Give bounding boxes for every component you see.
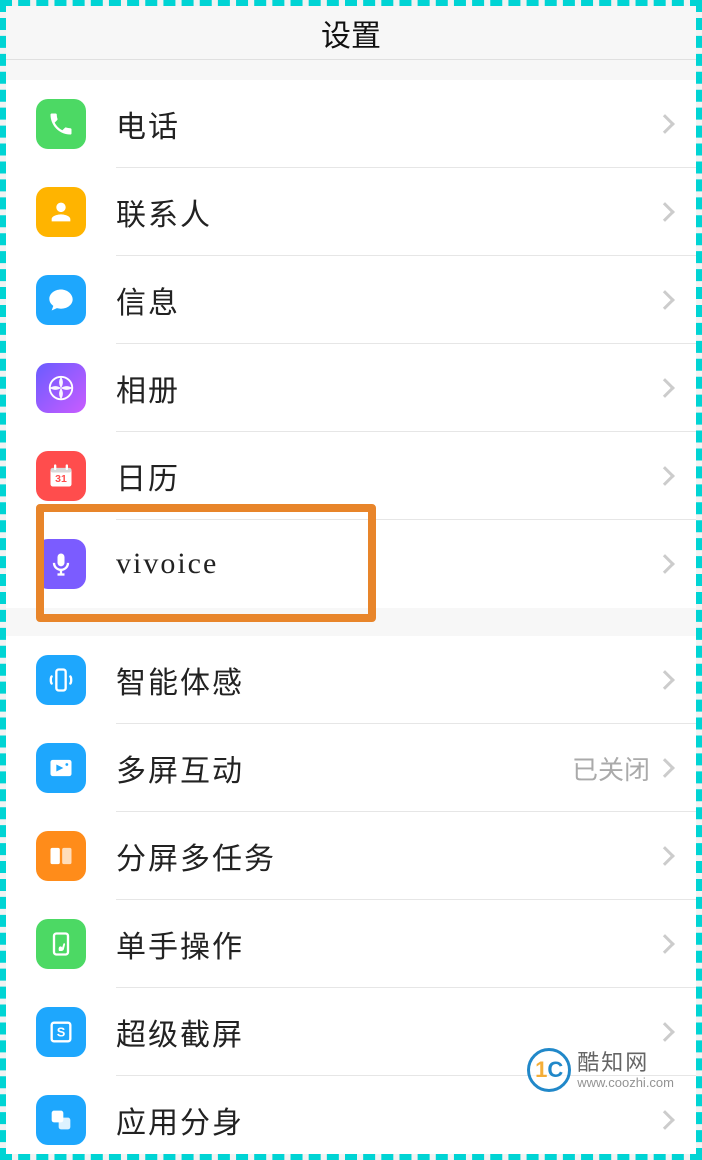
- settings-row-gallery[interactable]: 相册: [6, 344, 696, 432]
- calendar-icon: 31: [36, 451, 86, 501]
- page-title: 设置: [321, 11, 381, 55]
- watermark-name: 酷知网: [577, 1052, 674, 1074]
- chevron-right-icon: [655, 846, 675, 866]
- svg-text:31: 31: [55, 473, 67, 485]
- phone-icon: [36, 99, 86, 149]
- settings-row-motion[interactable]: 智能体感: [6, 636, 696, 724]
- settings-row-phone[interactable]: 电话: [6, 80, 696, 168]
- row-label: 应用分身: [116, 1098, 658, 1142]
- row-label: 单手操作: [116, 922, 658, 966]
- row-label: 信息: [116, 278, 658, 322]
- chevron-right-icon: [655, 670, 675, 690]
- gallery-icon: [36, 363, 86, 413]
- chevron-right-icon: [655, 466, 675, 486]
- settings-row-calendar[interactable]: 31 日历: [6, 432, 696, 520]
- row-label: 分屏多任务: [116, 834, 658, 878]
- motion-icon: [36, 655, 86, 705]
- settings-row-onehand[interactable]: 单手操作: [6, 900, 696, 988]
- settings-row-contacts[interactable]: 联系人: [6, 168, 696, 256]
- row-label: 日历: [116, 454, 658, 498]
- appclone-icon: [36, 1095, 86, 1145]
- chevron-right-icon: [655, 114, 675, 134]
- row-label: 智能体感: [116, 658, 658, 702]
- chevron-right-icon: [655, 290, 675, 310]
- chevron-right-icon: [655, 934, 675, 954]
- watermark: 1C 酷知网 www.coozhi.com: [527, 1048, 674, 1092]
- settings-row-splitscreen[interactable]: 分屏多任务: [6, 812, 696, 900]
- messages-icon: [36, 275, 86, 325]
- multiscreen-icon: [36, 743, 86, 793]
- settings-row-multiscreen[interactable]: 多屏互动已关闭: [6, 724, 696, 812]
- splitscreen-icon: [36, 831, 86, 881]
- watermark-url: www.coozhi.com: [577, 1076, 674, 1089]
- voice-icon: [36, 539, 86, 589]
- chevron-right-icon: [655, 554, 675, 574]
- row-label: 电话: [116, 102, 658, 146]
- settings-row-messages[interactable]: 信息: [6, 256, 696, 344]
- chevron-right-icon: [655, 1022, 675, 1042]
- chevron-right-icon: [655, 378, 675, 398]
- watermark-logo: 1C: [527, 1048, 571, 1092]
- row-label: 多屏互动: [116, 746, 572, 790]
- screenshot-icon: S: [36, 1007, 86, 1057]
- chevron-right-icon: [655, 758, 675, 778]
- settings-row-voice[interactable]: vivoice: [6, 520, 696, 608]
- page-header: 设置: [6, 6, 696, 60]
- row-label: 联系人: [116, 190, 658, 234]
- onehand-icon: [36, 919, 86, 969]
- row-label: 相册: [116, 366, 658, 410]
- svg-text:S: S: [57, 1025, 66, 1040]
- chevron-right-icon: [655, 1110, 675, 1130]
- row-label: vivoice: [116, 547, 658, 581]
- contacts-icon: [36, 187, 86, 237]
- chevron-right-icon: [655, 202, 675, 222]
- row-value: 已关闭: [572, 750, 650, 787]
